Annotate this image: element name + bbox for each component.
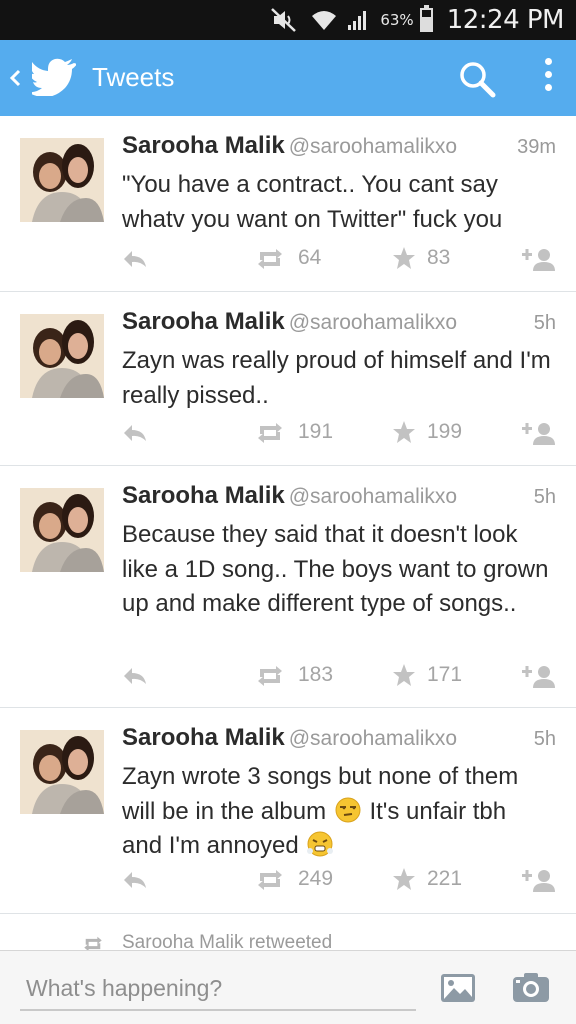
retweet-context: Sarooha Malik retweeted bbox=[0, 914, 576, 950]
tweet[interactable]: Sarooha Malik @saroohamalikxo 5h Because … bbox=[0, 466, 576, 708]
retweet-count: 249 bbox=[298, 867, 334, 890]
photo-icon[interactable] bbox=[440, 973, 476, 1003]
tweet-header: Sarooha Malik @saroohamalikxo 5h bbox=[122, 482, 560, 516]
tweet-header: Sarooha Malik @saroohamalikxo 39m bbox=[122, 132, 560, 166]
favorite-star-icon[interactable] bbox=[392, 663, 416, 687]
reply-icon[interactable] bbox=[122, 869, 148, 891]
clock: 12:24 PM bbox=[446, 5, 565, 35]
retweet-context-label: Sarooha Malik retweeted bbox=[122, 932, 333, 950]
camera-icon[interactable] bbox=[512, 971, 550, 1003]
tweet-time: 5h bbox=[533, 486, 556, 508]
tweet-text: Zayn wrote 3 songs but none of them will… bbox=[122, 760, 552, 864]
unamused-face-icon bbox=[335, 797, 361, 822]
page-title: Tweets bbox=[92, 62, 175, 92]
retweet-icon[interactable] bbox=[256, 869, 284, 891]
avatar[interactable] bbox=[20, 730, 104, 814]
tweet[interactable]: Sarooha Malik @saroohamalikxo 39m "You ha… bbox=[0, 116, 576, 292]
retweet-icon bbox=[84, 936, 102, 950]
tweet-actions: 191 199 bbox=[0, 416, 576, 450]
favorite-star-icon[interactable] bbox=[392, 246, 416, 270]
triumph-face-icon bbox=[307, 831, 334, 857]
battery-percent: 63% bbox=[380, 11, 414, 29]
battery-icon bbox=[419, 5, 433, 32]
retweet-icon[interactable] bbox=[256, 422, 284, 444]
favorite-count: 199 bbox=[427, 420, 463, 443]
tweet-text: Zayn was really proud of himself and I'm… bbox=[122, 347, 551, 409]
reply-icon[interactable] bbox=[122, 665, 148, 687]
tweet-header: Sarooha Malik @saroohamalikxo 5h bbox=[122, 308, 560, 342]
compose-input[interactable] bbox=[20, 967, 416, 1011]
retweet-count: 183 bbox=[298, 663, 334, 686]
tweet-actions: 183 171 bbox=[0, 659, 576, 693]
retweet-count: 64 bbox=[298, 246, 322, 269]
follow-user-icon[interactable] bbox=[522, 867, 556, 893]
tweet-author-handle[interactable]: @saroohamalikxo bbox=[289, 727, 457, 750]
tweet-actions: 64 83 bbox=[0, 242, 576, 276]
tweet-actions: 249 221 bbox=[0, 863, 576, 897]
retweet-count: 191 bbox=[298, 420, 334, 443]
tweet-time: 5h bbox=[533, 312, 556, 334]
tweet[interactable]: Sarooha Malik @saroohamalikxo 5h Zayn wro… bbox=[0, 708, 576, 914]
overflow-menu-icon[interactable] bbox=[538, 58, 558, 98]
follow-user-icon[interactable] bbox=[522, 420, 556, 446]
tweet-author-handle[interactable]: @saroohamalikxo bbox=[289, 485, 457, 508]
reply-icon[interactable] bbox=[122, 248, 148, 270]
avatar[interactable] bbox=[20, 138, 104, 222]
favorite-star-icon[interactable] bbox=[392, 420, 416, 444]
tweet-time: 39m bbox=[517, 136, 556, 158]
tweet-author-name[interactable]: Sarooha Malik bbox=[122, 132, 285, 159]
action-bar: Tweets bbox=[0, 40, 576, 116]
mute-icon bbox=[271, 8, 297, 32]
tweet-author-handle[interactable]: @saroohamalikxo bbox=[289, 135, 457, 158]
tweet-author-handle[interactable]: @saroohamalikxo bbox=[289, 311, 457, 334]
favorite-count: 171 bbox=[427, 663, 463, 686]
avatar[interactable] bbox=[20, 314, 104, 398]
tweet-header: Sarooha Malik @saroohamalikxo 5h bbox=[122, 724, 560, 758]
reply-icon[interactable] bbox=[122, 422, 148, 444]
compose-bar bbox=[0, 950, 576, 1024]
tweet-author-name[interactable]: Sarooha Malik bbox=[122, 308, 285, 335]
follow-user-icon[interactable] bbox=[522, 246, 556, 272]
retweet-icon[interactable] bbox=[256, 248, 284, 270]
tweet-text: Because they said that it doesn't look l… bbox=[122, 521, 549, 617]
twitter-bird-icon[interactable] bbox=[32, 58, 76, 96]
tweet-text: "You have a contract.. You cant say what… bbox=[122, 171, 503, 233]
search-icon[interactable] bbox=[458, 60, 496, 98]
signal-icon bbox=[348, 11, 367, 30]
back-chevron-icon[interactable] bbox=[8, 64, 22, 92]
tweet-author-name[interactable]: Sarooha Malik bbox=[122, 724, 285, 751]
follow-user-icon[interactable] bbox=[522, 663, 556, 689]
favorite-count: 221 bbox=[427, 867, 463, 890]
avatar[interactable] bbox=[20, 488, 104, 572]
timeline: Sarooha Malik @saroohamalikxo 39m "You ha… bbox=[0, 116, 576, 914]
status-bar: 63% 12:24 PM bbox=[0, 0, 576, 40]
favorite-star-icon[interactable] bbox=[392, 867, 416, 891]
tweet[interactable]: Sarooha Malik @saroohamalikxo 5h Zayn was… bbox=[0, 292, 576, 466]
favorite-count: 83 bbox=[427, 246, 451, 269]
wifi-icon bbox=[312, 11, 337, 30]
retweet-icon[interactable] bbox=[256, 665, 284, 687]
tweet-time: 5h bbox=[533, 728, 556, 750]
tweet-author-name[interactable]: Sarooha Malik bbox=[122, 482, 285, 509]
